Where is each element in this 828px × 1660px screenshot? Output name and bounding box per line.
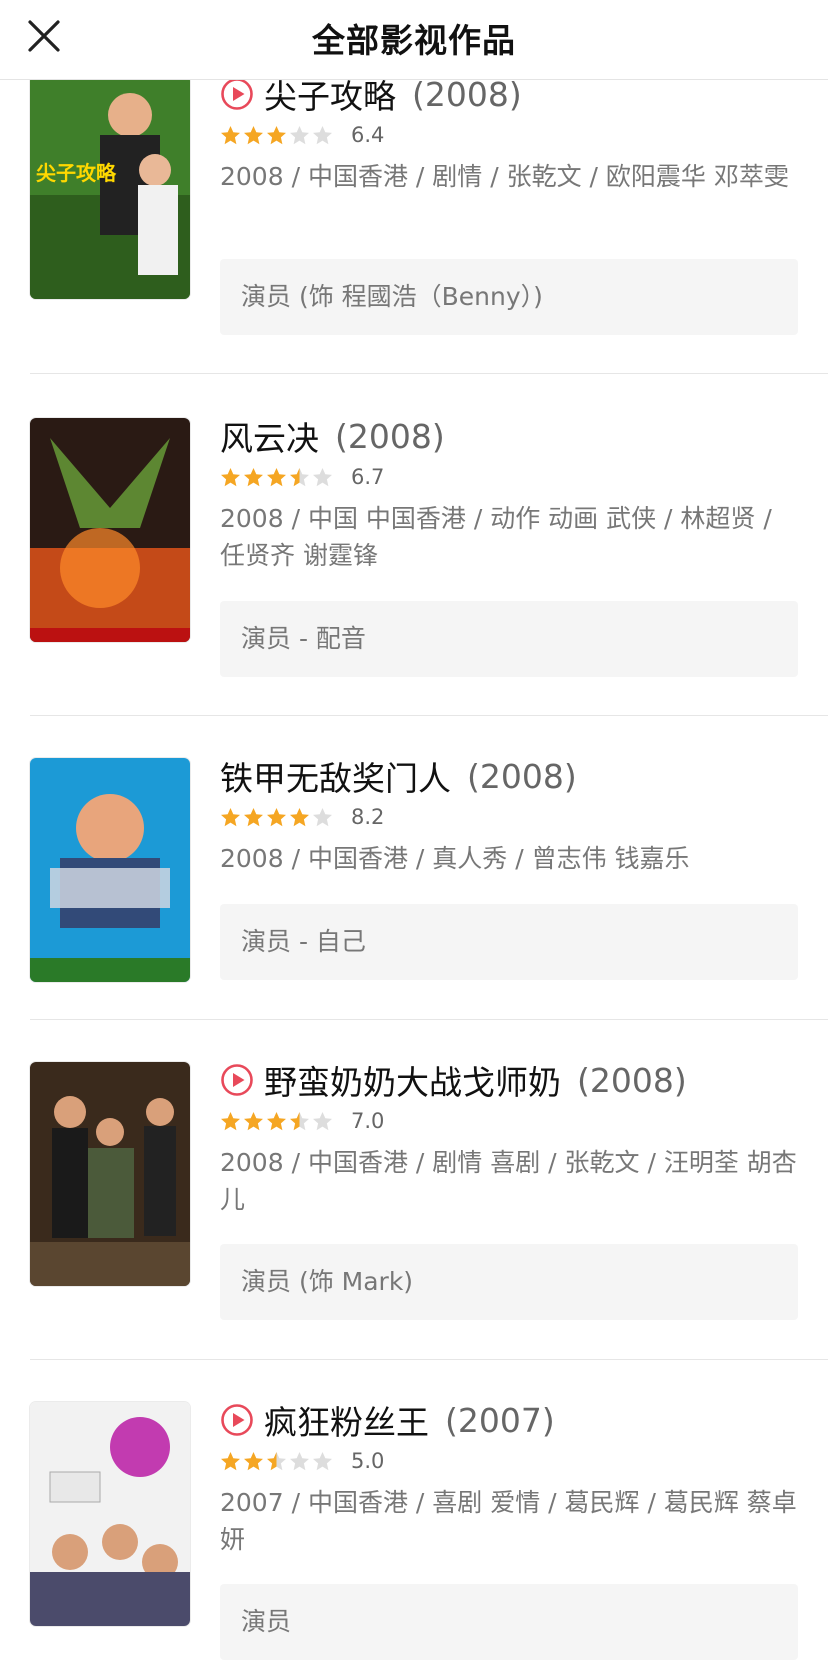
item-year: (2008) [335, 416, 445, 456]
item-meta: 2008 / 中国香港 / 真人秀 / 曾志伟 钱嘉乐 [220, 844, 690, 873]
star-icon [290, 1451, 309, 1470]
star-icon [244, 1451, 263, 1470]
star-rating [220, 807, 335, 828]
item-info: 风云决 (2008) 6.7 2008 / 中国 中国香港 / 动作 动画 武侠… [220, 414, 798, 574]
item-info: 尖子攻略 (2008) 6.4 2008 / 中国香港 / 剧情 / 张乾文 /… [220, 72, 798, 195]
star-icon [290, 125, 309, 144]
star-icon [221, 467, 240, 486]
svg-text:尖子攻略: 尖子攻略 [36, 161, 117, 185]
item-meta: 2008 / 中国香港 / 剧情 / 张乾文 / 欧阳震华 邓萃雯 [220, 162, 789, 191]
item-year: (2008) [577, 1060, 687, 1100]
filmography-list: 尖子攻略 尖子攻略 (2008) 6.4 2008 / 中国香港 / 剧情 / … [0, 0, 828, 1660]
poster-image[interactable] [30, 1402, 190, 1626]
star-icon [290, 807, 309, 826]
item-info: 铁甲无敌奖门人 (2008) 8.2 2008 / 中国香港 / 真人秀 / 曾… [220, 754, 798, 877]
star-icon [290, 467, 309, 486]
play-icon[interactable] [220, 77, 254, 111]
star-icon [267, 125, 286, 144]
star-icon [290, 1111, 309, 1130]
top-bar: 全部影视作品 [0, 0, 828, 80]
star-icon [267, 807, 286, 826]
poster-image[interactable] [30, 758, 190, 982]
divider [30, 715, 828, 716]
play-icon[interactable] [220, 1403, 254, 1437]
item-title[interactable]: 风云决 [220, 412, 319, 460]
star-rating [220, 1111, 335, 1132]
role-box: 演员 [220, 1584, 798, 1660]
item-meta: 2008 / 中国香港 / 剧情 喜剧 / 张乾文 / 汪明荃 胡杏儿 [220, 1148, 797, 1214]
item-title[interactable]: 疯狂粉丝王 [264, 1396, 429, 1444]
page-title: 全部影视作品 [312, 21, 516, 60]
poster-image[interactable] [30, 1062, 190, 1286]
star-icon [244, 467, 263, 486]
item-title[interactable]: 铁甲无敌奖门人 [220, 752, 451, 800]
rating-value: 6.4 [351, 123, 385, 147]
role-box: 演员 (饰 程國浩（Benny）) [220, 259, 798, 335]
star-icon [313, 1451, 332, 1470]
item-year: (2008) [412, 74, 522, 114]
rating-value: 7.0 [351, 1109, 385, 1133]
star-icon [313, 807, 332, 826]
star-icon [244, 125, 263, 144]
poster-image[interactable] [30, 418, 190, 642]
star-rating [220, 1451, 335, 1472]
star-icon [221, 1111, 240, 1130]
play-icon[interactable] [220, 1063, 254, 1097]
role-box: 演员 (饰 Mark) [220, 1244, 798, 1320]
divider [30, 373, 828, 374]
star-rating [220, 125, 335, 146]
star-icon [244, 807, 263, 826]
item-year: (2007) [445, 1400, 555, 1440]
item-meta: 2007 / 中国香港 / 喜剧 爱情 / 葛民辉 / 葛民辉 蔡卓妍 [220, 1488, 797, 1554]
item-title[interactable]: 野蛮奶奶大战戈师奶 [264, 1056, 561, 1104]
star-icon [221, 125, 240, 144]
role-box: 演员 - 自己 [220, 904, 798, 980]
rating-value: 5.0 [351, 1449, 385, 1473]
star-icon [313, 1111, 332, 1130]
star-icon [221, 1451, 240, 1470]
item-meta: 2008 / 中国 中国香港 / 动作 动画 武侠 / 林超贤 / 任贤齐 谢霆… [220, 504, 772, 570]
item-info: 野蛮奶奶大战戈师奶 (2008) 7.0 2008 / 中国香港 / 剧情 喜剧… [220, 1058, 798, 1218]
star-icon [267, 467, 286, 486]
star-icon [244, 1111, 263, 1130]
star-icon [267, 1451, 286, 1470]
star-rating [220, 467, 335, 488]
item-info: 疯狂粉丝王 (2007) 5.0 2007 / 中国香港 / 喜剧 爱情 / 葛… [220, 1398, 798, 1558]
star-icon [313, 467, 332, 486]
rating-value: 8.2 [351, 805, 385, 829]
star-icon [221, 807, 240, 826]
poster-image[interactable]: 尖子攻略 [30, 75, 190, 299]
role-box: 演员 - 配音 [220, 601, 798, 677]
star-icon [313, 125, 332, 144]
star-icon [267, 1111, 286, 1130]
divider [30, 1359, 828, 1360]
divider [30, 1019, 828, 1020]
rating-value: 6.7 [351, 465, 385, 489]
item-year: (2008) [467, 756, 577, 796]
